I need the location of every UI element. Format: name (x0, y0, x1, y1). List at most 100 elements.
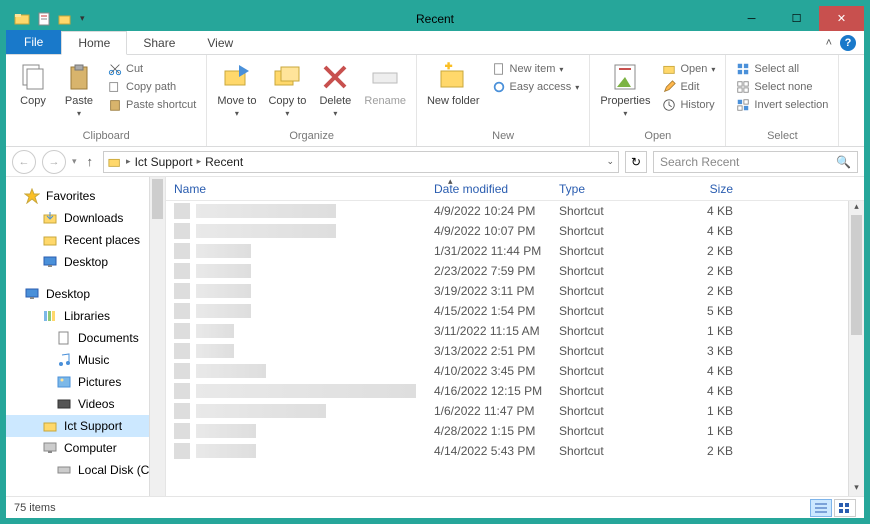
breadcrumb-segment[interactable]: Ict Support (135, 155, 193, 169)
status-item-count: 75 items (14, 502, 56, 514)
qat-dropdown-icon[interactable]: ▾ (80, 13, 85, 24)
tab-file[interactable]: File (6, 30, 61, 54)
chevron-down-icon: ▾ (285, 109, 289, 118)
refresh-button[interactable]: ↻ (625, 151, 647, 173)
ribbon-group-new: New folder New item ▾ Easy access ▾ New (417, 55, 590, 146)
table-row[interactable]: 4/28/2022 1:15 PMShortcut1 KB (166, 421, 864, 441)
nav-recent-places[interactable]: Recent places (6, 229, 165, 251)
move-to-button[interactable]: Move to▾ (213, 59, 260, 120)
ribbon: Copy Paste ▾ Cut Copy path Paste shortcu… (6, 55, 864, 147)
easy-access-button[interactable]: Easy access ▾ (488, 79, 584, 95)
nav-desktop-fav[interactable]: Desktop (6, 251, 165, 273)
column-name[interactable]: Name (166, 182, 426, 196)
ribbon-tabs: File Home Share View ˄ ? (6, 31, 864, 55)
column-size[interactable]: Size (666, 182, 741, 196)
close-button[interactable]: ✕ (819, 6, 864, 31)
chevron-down-icon: ▾ (235, 109, 239, 118)
nav-videos[interactable]: Videos (6, 393, 165, 415)
address-bar[interactable]: ▸ Ict Support ▸ Recent ⌄ (103, 151, 619, 173)
address-dropdown-icon[interactable]: ⌄ (606, 156, 614, 167)
nav-documents[interactable]: Documents (6, 327, 165, 349)
table-row[interactable]: 4/14/2022 5:43 PMShortcut2 KB (166, 441, 864, 461)
titlebar: ▾ Recent ─ ☐ ✕ (6, 6, 864, 31)
table-row[interactable]: 4/10/2022 3:45 PMShortcut4 KB (166, 361, 864, 381)
ribbon-group-organize: Move to▾ Copy to▾ Delete▾ Rename Organiz… (207, 55, 417, 146)
nav-pictures[interactable]: Pictures (6, 371, 165, 393)
minimize-button[interactable]: ─ (729, 6, 774, 31)
quick-access-toolbar: ▾ (6, 11, 85, 27)
help-icon[interactable]: ? (840, 35, 856, 51)
new-folder-button[interactable]: New folder (423, 59, 484, 109)
collapse-ribbon-icon[interactable]: ˄ (826, 37, 832, 49)
nav-desktop[interactable]: Desktop (6, 283, 165, 305)
tab-home[interactable]: Home (61, 31, 127, 55)
view-icons-button[interactable] (834, 499, 856, 517)
maximize-button[interactable]: ☐ (774, 6, 819, 31)
history-dropdown-icon[interactable]: ▾ (72, 156, 77, 167)
nav-ict-support[interactable]: Ict Support (6, 415, 165, 437)
chevron-down-icon: ▾ (333, 109, 337, 118)
copy-to-button[interactable]: Copy to▾ (264, 59, 310, 120)
table-row[interactable]: 2/23/2022 7:59 PMShortcut2 KB (166, 261, 864, 281)
list-scrollbar[interactable]: ▴ ▾ (848, 201, 864, 496)
copy-button[interactable]: Copy (12, 59, 54, 109)
table-row[interactable]: 4/16/2022 12:15 PMShortcut4 KB (166, 381, 864, 401)
view-details-button[interactable] (810, 499, 832, 517)
properties-button[interactable]: Properties▾ (596, 59, 654, 120)
chevron-down-icon: ▾ (623, 109, 627, 118)
nav-libraries[interactable]: Libraries (6, 305, 165, 327)
column-date[interactable]: Date modified (426, 182, 551, 196)
status-bar: 75 items (6, 496, 864, 518)
select-none-button[interactable]: Select none (732, 79, 832, 95)
table-row[interactable]: 3/19/2022 3:11 PMShortcut2 KB (166, 281, 864, 301)
folder-icon[interactable] (14, 11, 30, 27)
window-buttons: ─ ☐ ✕ (729, 6, 864, 31)
navigation-pane: Favorites Downloads Recent places Deskto… (6, 177, 166, 496)
table-row[interactable]: 1/31/2022 11:44 PMShortcut2 KB (166, 241, 864, 261)
search-input[interactable]: Search Recent 🔍 (653, 151, 858, 173)
ribbon-group-open: Properties▾ Open ▾ Edit History Open (590, 55, 726, 146)
column-type[interactable]: Type (551, 182, 666, 196)
sort-indicator-icon: ▴ (448, 177, 453, 187)
cut-button[interactable]: Cut (104, 61, 200, 77)
select-all-button[interactable]: Select all (732, 61, 832, 77)
rename-button[interactable]: Rename (360, 59, 410, 109)
table-row[interactable]: 1/6/2022 11:47 PMShortcut1 KB (166, 401, 864, 421)
file-rows: ▴ ▾ 4/9/2022 10:24 PMShortcut4 KB4/9/202… (166, 201, 864, 496)
invert-selection-button[interactable]: Invert selection (732, 97, 832, 113)
chevron-right-icon[interactable]: ▸ (126, 156, 131, 167)
history-button[interactable]: History (658, 97, 719, 113)
tab-share[interactable]: Share (127, 32, 191, 54)
nav-scrollbar[interactable] (149, 177, 165, 496)
nav-favorites[interactable]: Favorites (6, 185, 165, 207)
new-item-button[interactable]: New item ▾ (488, 61, 584, 77)
nav-computer[interactable]: Computer (6, 437, 165, 459)
table-row[interactable]: 3/13/2022 2:51 PMShortcut3 KB (166, 341, 864, 361)
nav-downloads[interactable]: Downloads (6, 207, 165, 229)
properties-icon[interactable] (36, 11, 52, 27)
table-row[interactable]: 3/11/2022 11:15 AMShortcut1 KB (166, 321, 864, 341)
body: Favorites Downloads Recent places Deskto… (6, 177, 864, 496)
tab-view[interactable]: View (191, 32, 249, 54)
edit-button[interactable]: Edit (658, 79, 719, 95)
table-row[interactable]: 4/9/2022 10:07 PMShortcut4 KB (166, 221, 864, 241)
table-row[interactable]: 4/9/2022 10:24 PMShortcut4 KB (166, 201, 864, 221)
back-button[interactable]: ← (12, 150, 36, 174)
nav-local-disk[interactable]: Local Disk (C:) (6, 459, 165, 481)
table-row[interactable]: 4/15/2022 1:54 PMShortcut5 KB (166, 301, 864, 321)
up-button[interactable]: ↑ (83, 154, 98, 169)
new-folder-icon[interactable] (58, 11, 74, 27)
address-toolbar: ← → ▾ ↑ ▸ Ict Support ▸ Recent ⌄ ↻ Searc… (6, 147, 864, 177)
delete-button[interactable]: Delete▾ (314, 59, 356, 120)
paste-button[interactable]: Paste ▾ (58, 59, 100, 120)
forward-button[interactable]: → (42, 150, 66, 174)
explorer-window: ▾ Recent ─ ☐ ✕ File Home Share View ˄ ? … (5, 5, 865, 519)
nav-music[interactable]: Music (6, 349, 165, 371)
breadcrumb-segment[interactable]: Recent (205, 155, 243, 169)
search-icon: 🔍 (836, 155, 851, 169)
chevron-down-icon: ▾ (77, 109, 81, 118)
paste-shortcut-button[interactable]: Paste shortcut (104, 97, 200, 113)
copy-path-button[interactable]: Copy path (104, 79, 200, 95)
chevron-right-icon[interactable]: ▸ (197, 156, 202, 167)
open-button[interactable]: Open ▾ (658, 61, 719, 77)
